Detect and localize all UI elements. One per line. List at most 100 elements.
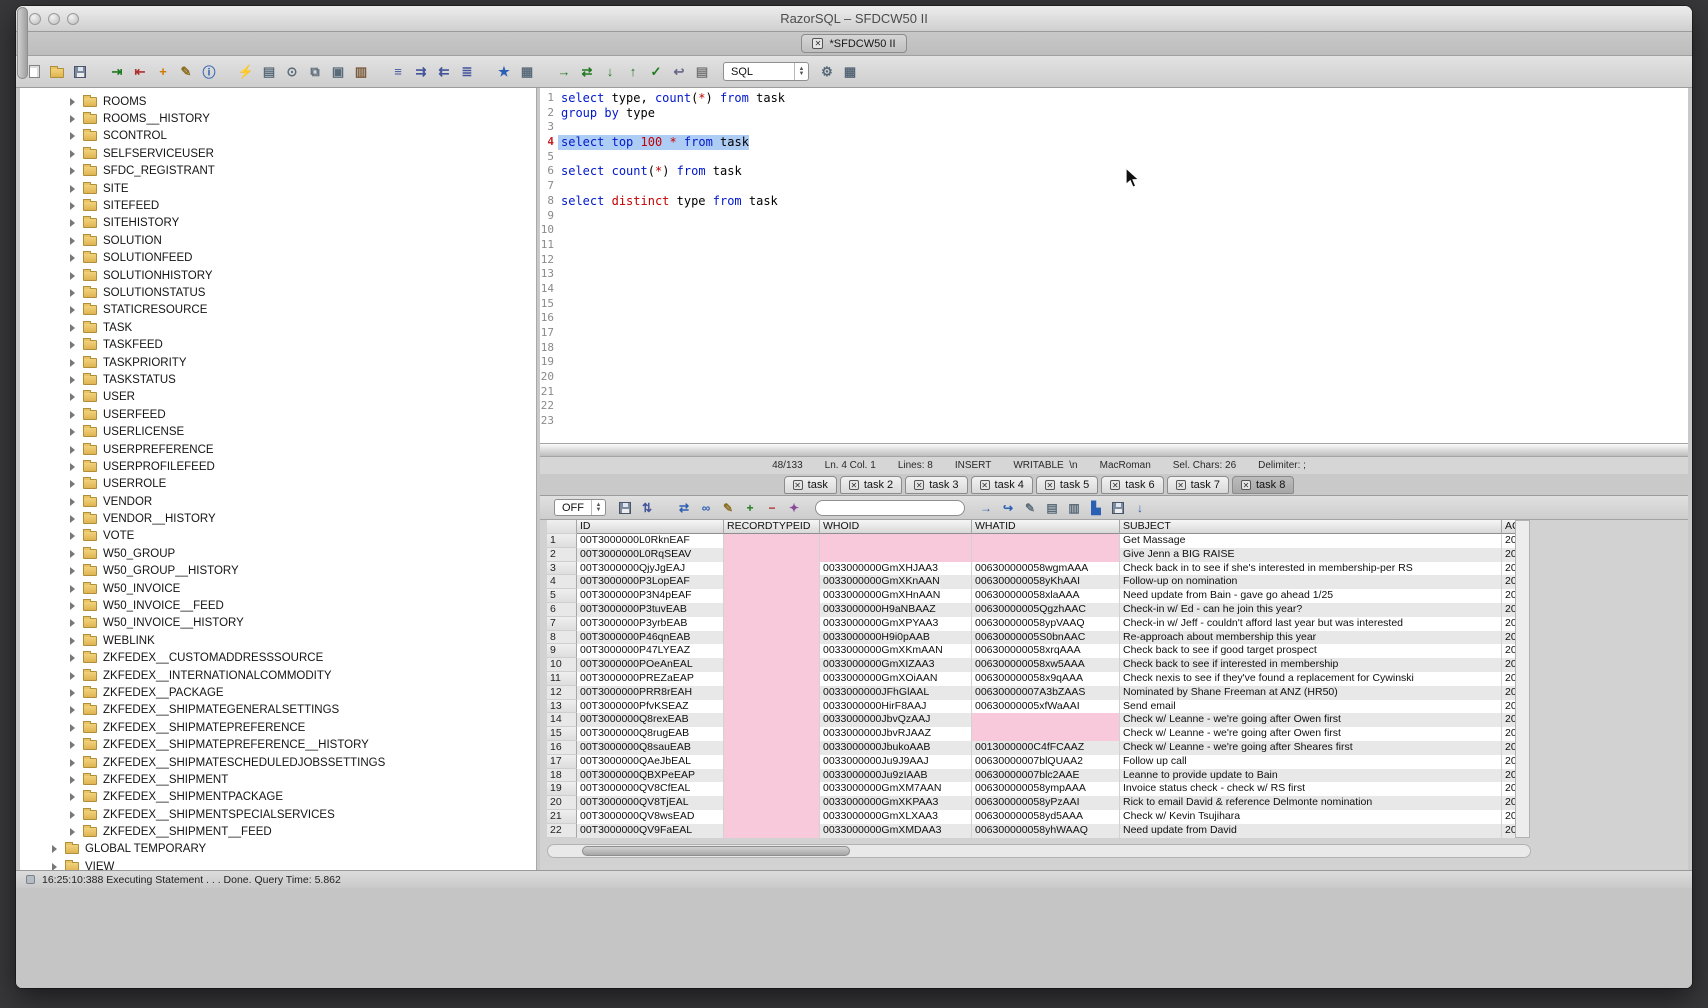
cell-id[interactable]: 00T3000000PfvKSEAZ bbox=[577, 700, 724, 714]
cell-recordtypeid[interactable] bbox=[724, 672, 820, 686]
cell-id[interactable]: 00T3000000P3tuvEAB bbox=[577, 603, 724, 617]
chart-icon[interactable]: ▙ bbox=[1087, 499, 1105, 517]
cell-recordtypeid[interactable] bbox=[724, 810, 820, 824]
cell-whoid[interactable]: 0033000000H9aNBAAZ bbox=[820, 603, 972, 617]
tree-item-solutionhistory[interactable]: SOLUTIONHISTORY bbox=[20, 267, 536, 284]
table-row[interactable]: 600T3000000P3tuvEAB0033000000H9aNBAAZ006… bbox=[547, 603, 1515, 617]
cell-ac[interactable]: 200 bbox=[1502, 741, 1515, 755]
table-row[interactable]: 300T3000000QjyJgEAJ0033000000GmXHJAA3006… bbox=[547, 562, 1515, 576]
cell-recordtypeid[interactable] bbox=[724, 534, 820, 548]
cell-whoid[interactable]: 0033000000GmXKnAAN bbox=[820, 575, 972, 589]
table-row[interactable]: 1100T3000000PREZaEAP0033000000GmXOiAAN00… bbox=[547, 672, 1515, 686]
table-row[interactable]: 1700T3000000QAeJbEAL0033000000Ju9J9AAJ00… bbox=[547, 755, 1515, 769]
delete-row-icon[interactable]: − bbox=[763, 499, 781, 517]
cell-subject[interactable]: Follow up call bbox=[1120, 755, 1502, 769]
cell-ac[interactable]: 200 bbox=[1502, 631, 1515, 645]
cell-whoid[interactable]: 0033000000GmXHnAAN bbox=[820, 589, 972, 603]
disclosure-triangle-icon[interactable] bbox=[70, 289, 75, 297]
tree-item-userpreference[interactable]: USERPREFERENCE bbox=[20, 441, 536, 458]
print-icon[interactable]: ▥ bbox=[1065, 499, 1083, 517]
disclosure-triangle-icon[interactable] bbox=[70, 567, 75, 575]
tree-item-zkfedex-shipmentspecialservices[interactable]: ZKFEDEX__SHIPMENTSPECIALSERVICES bbox=[20, 806, 536, 823]
combo-stepper-icon[interactable] bbox=[591, 500, 605, 515]
cell-ac[interactable]: 200 bbox=[1502, 796, 1515, 810]
cell-whatid[interactable]: 006300000058yd5AAA bbox=[972, 810, 1120, 824]
cell-whatid[interactable]: 006300000058ympAAA bbox=[972, 782, 1120, 796]
cell-ac[interactable]: 200 bbox=[1502, 534, 1515, 548]
table-row[interactable]: 700T3000000P3yrbEAB0033000000GmXPYAA3006… bbox=[547, 617, 1515, 631]
tree-item-zkfedex-shipment[interactable]: ZKFEDEX__SHIPMENT bbox=[20, 771, 536, 788]
tree-item-vendor[interactable]: VENDOR bbox=[20, 493, 536, 510]
results-table[interactable]: 100T3000000L0RknEAFGet Massage200200T300… bbox=[547, 534, 1515, 838]
magic-wand-icon[interactable]: ✦ bbox=[785, 499, 803, 517]
filter-sort-icon[interactable]: ⇅ bbox=[638, 499, 656, 517]
result-tab-task-3[interactable]: task 3 bbox=[905, 476, 967, 494]
tree-item-zkfedex-package[interactable]: ZKFEDEX__PACKAGE bbox=[20, 684, 536, 701]
cell-ac[interactable]: 200 bbox=[1502, 617, 1515, 631]
cell-subject[interactable]: Check w/ Leanne - we're going after Shea… bbox=[1120, 741, 1502, 755]
results-search-input[interactable] bbox=[815, 500, 965, 516]
disclosure-triangle-icon[interactable] bbox=[70, 759, 75, 767]
tab-close-icon[interactable] bbox=[849, 480, 859, 490]
cell-whatid[interactable]: 00630000007blc2AAE bbox=[972, 769, 1120, 783]
cell-whatid[interactable] bbox=[972, 548, 1120, 562]
tab-close-icon[interactable] bbox=[914, 480, 924, 490]
tree-item-staticresource[interactable]: STATICRESOURCE bbox=[20, 302, 536, 319]
tree-item-taskfeed[interactable]: TASKFEED bbox=[20, 336, 536, 353]
result-tab-task-6[interactable]: task 6 bbox=[1101, 476, 1163, 494]
cell-whatid[interactable]: 006300000058yhWAAQ bbox=[972, 824, 1120, 838]
tree-item-vote[interactable]: VOTE bbox=[20, 528, 536, 545]
calculator-icon[interactable]: ▦ bbox=[840, 62, 860, 82]
tree-item-sitehistory[interactable]: SITEHISTORY bbox=[20, 215, 536, 232]
sql-log-icon[interactable]: ▥ bbox=[351, 62, 371, 82]
disclosure-triangle-icon[interactable] bbox=[70, 98, 75, 106]
disclosure-triangle-icon[interactable] bbox=[70, 393, 75, 401]
cell-ac[interactable]: 200 bbox=[1502, 562, 1515, 576]
indent-icon[interactable]: ⇉ bbox=[411, 62, 431, 82]
cell-ac[interactable]: 200 bbox=[1502, 824, 1515, 838]
cell-ac[interactable]: 200 bbox=[1502, 644, 1515, 658]
zoom-window-button[interactable] bbox=[67, 13, 79, 25]
disclosure-triangle-icon[interactable] bbox=[70, 115, 75, 123]
commit-icon[interactable]: ✓ bbox=[646, 62, 666, 82]
tree-item-global-temporary[interactable]: GLOBAL TEMPORARY bbox=[20, 841, 536, 858]
edit-table-data-icon[interactable]: ▦ bbox=[517, 62, 537, 82]
disclosure-triangle-icon[interactable] bbox=[70, 341, 75, 349]
connection-info-icon[interactable]: ⓘ bbox=[199, 62, 219, 82]
cell-whoid[interactable]: 0033000000GmXM7AAN bbox=[820, 782, 972, 796]
results-horizontal-scrollbar[interactable] bbox=[547, 844, 1531, 858]
disclosure-triangle-icon[interactable] bbox=[70, 480, 75, 488]
table-row[interactable]: 1900T3000000QV8CfEAL0033000000GmXM7AAN00… bbox=[547, 782, 1515, 796]
tree-item-taskstatus[interactable]: TASKSTATUS bbox=[20, 371, 536, 388]
cell-ac[interactable]: 200 bbox=[1502, 658, 1515, 672]
cell-ac[interactable]: 200 bbox=[1502, 769, 1515, 783]
result-tab-task-4[interactable]: task 4 bbox=[971, 476, 1033, 494]
table-row[interactable]: 1600T3000000Q8sauEAB0033000000JbukoAAB00… bbox=[547, 741, 1515, 755]
cell-whatid[interactable]: 00630000005xfWaAAI bbox=[972, 700, 1120, 714]
cell-id[interactable]: 00T3000000QV9FaEAL bbox=[577, 824, 724, 838]
cell-ac[interactable]: 200 bbox=[1502, 700, 1515, 714]
tab-close-icon[interactable] bbox=[1241, 480, 1251, 490]
tree-item-rooms-history[interactable]: ROOMS__HISTORY bbox=[20, 110, 536, 127]
disclosure-triangle-icon[interactable] bbox=[70, 376, 75, 384]
rollback-icon[interactable]: ↩ bbox=[669, 62, 689, 82]
disclosure-triangle-icon[interactable] bbox=[70, 619, 75, 627]
cell-whoid[interactable]: 0033000000GmXPYAA3 bbox=[820, 617, 972, 631]
document-tab[interactable]: *SFDCW50 II bbox=[801, 34, 906, 53]
cell-recordtypeid[interactable] bbox=[724, 700, 820, 714]
cell-id[interactable]: 00T3000000Q8sauEAB bbox=[577, 741, 724, 755]
tree-item-zkfedex-shipment-feed[interactable]: ZKFEDEX__SHIPMENT__FEED bbox=[20, 823, 536, 840]
auto-fetch-select[interactable]: OFF bbox=[554, 499, 606, 516]
tree-item-zkfedex-shipmategeneralsettings[interactable]: ZKFEDEX__SHIPMATEGENERALSETTINGS bbox=[20, 702, 536, 719]
cell-id[interactable]: 00T3000000P3LopEAF bbox=[577, 575, 724, 589]
disclosure-triangle-icon[interactable] bbox=[70, 446, 75, 454]
disclosure-triangle-icon[interactable] bbox=[70, 202, 75, 210]
table-row[interactable]: 100T3000000L0RknEAFGet Massage200 bbox=[547, 534, 1515, 548]
cell-whoid[interactable]: 0033000000GmXMDAA3 bbox=[820, 824, 972, 838]
cell-id[interactable]: 00T3000000POeAnEAL bbox=[577, 658, 724, 672]
tree-item-scontrol[interactable]: SCONTROL bbox=[20, 128, 536, 145]
cell-subject[interactable]: Check-in w/ Jeff - couldn't afford last … bbox=[1120, 617, 1502, 631]
cell-whoid[interactable]: 0033000000JbvRJAAZ bbox=[820, 727, 972, 741]
tree-item-rooms[interactable]: ROOMS bbox=[20, 93, 536, 110]
database-browser-tree[interactable]: ROOMSROOMS__HISTORYSCONTROLSELFSERVICEUS… bbox=[20, 88, 537, 870]
